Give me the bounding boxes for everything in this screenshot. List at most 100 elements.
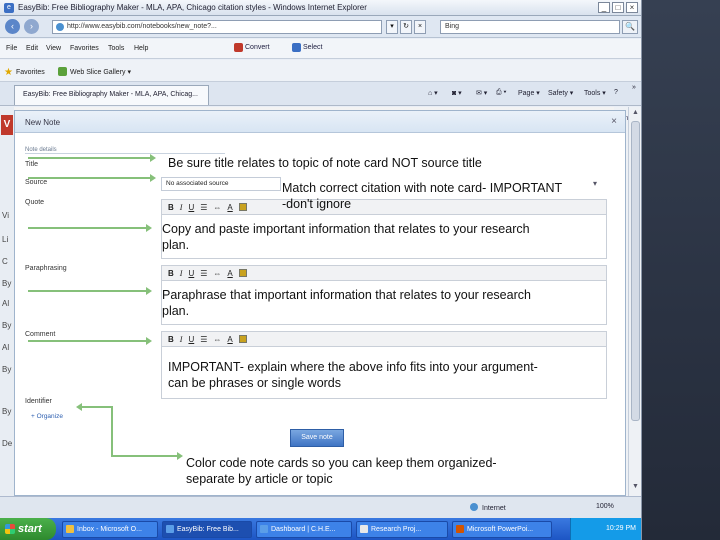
underline-button[interactable]: U [188, 269, 194, 278]
scroll-thumb[interactable] [631, 121, 640, 421]
browser-window: e EasyBib: Free Bibliography Maker - MLA… [0, 0, 642, 540]
taskbar-item-label: Research Proj... [371, 526, 422, 533]
quote-label: Quote [25, 199, 45, 206]
forward-arrow-icon[interactable]: › [24, 19, 39, 34]
source-dropdown-icon[interactable]: ▾ [593, 179, 597, 188]
convert-label: Convert [245, 44, 270, 51]
save-note-button[interactable]: Save note [290, 429, 344, 447]
page-left-edge: V Vi Li C By Al By Al By By De [0, 107, 14, 496]
bold-button[interactable]: B [168, 335, 174, 344]
close-window-button[interactable]: × [626, 2, 638, 13]
url-input[interactable]: http://www.easybib.com/notebooks/new_not… [52, 20, 382, 34]
list-icon[interactable]: ☰ [200, 269, 207, 278]
taskbar-item-easybib[interactable]: EasyBib: Free Bib... [162, 521, 252, 538]
internet-zone: Internet [470, 503, 506, 512]
page-menu[interactable]: Page ▾ [518, 89, 540, 97]
url-dropdown-button[interactable]: ▾ [386, 20, 398, 34]
ie-icon: e [4, 3, 14, 13]
underline-button[interactable]: U [188, 203, 194, 212]
home-icon[interactable]: ⌂ ▾ [428, 89, 438, 97]
page-letter: Al [2, 343, 10, 352]
link-icon[interactable]: ⇔ [213, 269, 221, 278]
menu-help[interactable]: Help [134, 45, 148, 52]
stop-icon[interactable]: × [414, 20, 426, 34]
taskbar-item-label: Dashboard | C.H.E... [271, 526, 336, 533]
chevron-more-icon[interactable]: » [632, 84, 636, 91]
menu-edit[interactable]: Edit [26, 45, 38, 52]
highlight-icon[interactable] [238, 335, 247, 343]
italic-button[interactable]: I [180, 269, 183, 278]
underline-button[interactable]: U [188, 335, 194, 344]
refresh-icon[interactable]: ↻ [400, 20, 412, 34]
page-letter: Al [2, 299, 10, 308]
quote-annotation-line1: Copy and paste important information tha… [162, 222, 530, 236]
identifier-annotation-line2: separate by article or topic [186, 472, 333, 486]
start-button[interactable]: start [0, 518, 56, 540]
organize-link[interactable]: + Organize [31, 413, 63, 420]
help-icon[interactable]: ? [614, 89, 618, 96]
page-letter: By [2, 279, 12, 288]
convert-button[interactable]: Convert [234, 43, 270, 52]
back-arrow-icon[interactable]: ‹ [5, 19, 20, 34]
menu-tools[interactable]: Tools [108, 45, 124, 52]
search-icon[interactable]: 🔍 [622, 20, 638, 34]
menu-view[interactable]: View [46, 45, 61, 52]
document-icon [360, 525, 368, 533]
status-bar: Internet 100% [0, 496, 641, 518]
link-icon[interactable]: ⇔ [213, 203, 221, 212]
source-select[interactable]: No associated source [161, 177, 281, 191]
taskbar-item-powerpoint[interactable]: Microsoft PowerPoi... [452, 521, 552, 538]
highlight-icon[interactable] [238, 203, 247, 211]
maximize-button[interactable]: □ [612, 2, 624, 13]
font-color-button[interactable]: A [227, 335, 232, 344]
feeds-icon[interactable]: ◙ ▾ [452, 89, 462, 97]
paraphrasing-label: Paraphrasing [25, 265, 67, 272]
comment-annotation-line1: IMPORTANT- explain where the above info … [168, 360, 538, 374]
menu-file[interactable]: File [6, 45, 17, 52]
highlight-icon[interactable] [238, 269, 247, 277]
bold-button[interactable]: B [168, 203, 174, 212]
tab-easybib[interactable]: EasyBib: Free Bibliography Maker - MLA, … [14, 85, 209, 105]
italic-button[interactable]: I [180, 335, 183, 344]
tools-menu[interactable]: Tools ▾ [584, 89, 606, 97]
title-annotation: Be sure title relates to topic of note c… [168, 156, 482, 170]
font-color-button[interactable]: A [227, 203, 232, 212]
list-icon[interactable]: ☰ [200, 335, 207, 344]
taskbar-item-research[interactable]: Research Proj... [356, 521, 448, 538]
address-bar: ‹ › http://www.easybib.com/notebooks/new… [0, 16, 641, 38]
identifier-annotation-line1: Color code note cards so you can keep th… [186, 456, 497, 470]
web-slice-gallery-link[interactable]: Web Slice Gallery ▾ [58, 67, 131, 76]
close-icon[interactable]: × [611, 116, 617, 127]
identifier-arrow [76, 403, 112, 411]
scroll-up-icon[interactable]: ▲ [632, 109, 639, 116]
minimize-button[interactable]: _ [598, 2, 610, 13]
select-button[interactable]: Select [292, 43, 322, 52]
source-annotation-line2: -don't ignore [282, 197, 352, 211]
comment-arrow [28, 337, 152, 345]
bold-button[interactable]: B [168, 269, 174, 278]
print-icon[interactable]: ⎙ ▾ [496, 89, 507, 97]
page-letter: Li [2, 235, 9, 244]
menu-favorites[interactable]: Favorites [70, 45, 99, 52]
search-input[interactable]: Bing [440, 20, 620, 34]
zoom-level[interactable]: 100% [596, 503, 614, 510]
italic-button[interactable]: I [180, 203, 183, 212]
favorites-button[interactable]: ★ Favorites [4, 67, 45, 78]
comment-label: Comment [25, 331, 56, 338]
page-letter: Vi [2, 211, 9, 220]
taskbar-item-inbox[interactable]: Inbox - Microsoft O... [62, 521, 158, 538]
identifier-arrow-vertical [111, 406, 113, 456]
identifier-arrow-horizontal [111, 452, 183, 460]
font-color-button[interactable]: A [227, 269, 232, 278]
taskbar-item-dashboard[interactable]: Dashboard | C.H.E... [256, 521, 352, 538]
vertical-scrollbar[interactable]: ▲ ▼ [628, 107, 641, 496]
scroll-down-icon[interactable]: ▼ [632, 483, 639, 490]
link-icon[interactable]: ⇔ [213, 335, 221, 344]
safety-menu[interactable]: Safety ▾ [548, 89, 573, 97]
mail-icon[interactable]: ✉ ▾ [476, 89, 487, 97]
select-label: Select [303, 44, 323, 51]
start-label: start [18, 523, 42, 535]
list-icon[interactable]: ☰ [200, 203, 207, 212]
powerpoint-icon [456, 525, 464, 533]
quote-editor-toolbar: B I U ☰ ⇔ A [161, 199, 607, 215]
